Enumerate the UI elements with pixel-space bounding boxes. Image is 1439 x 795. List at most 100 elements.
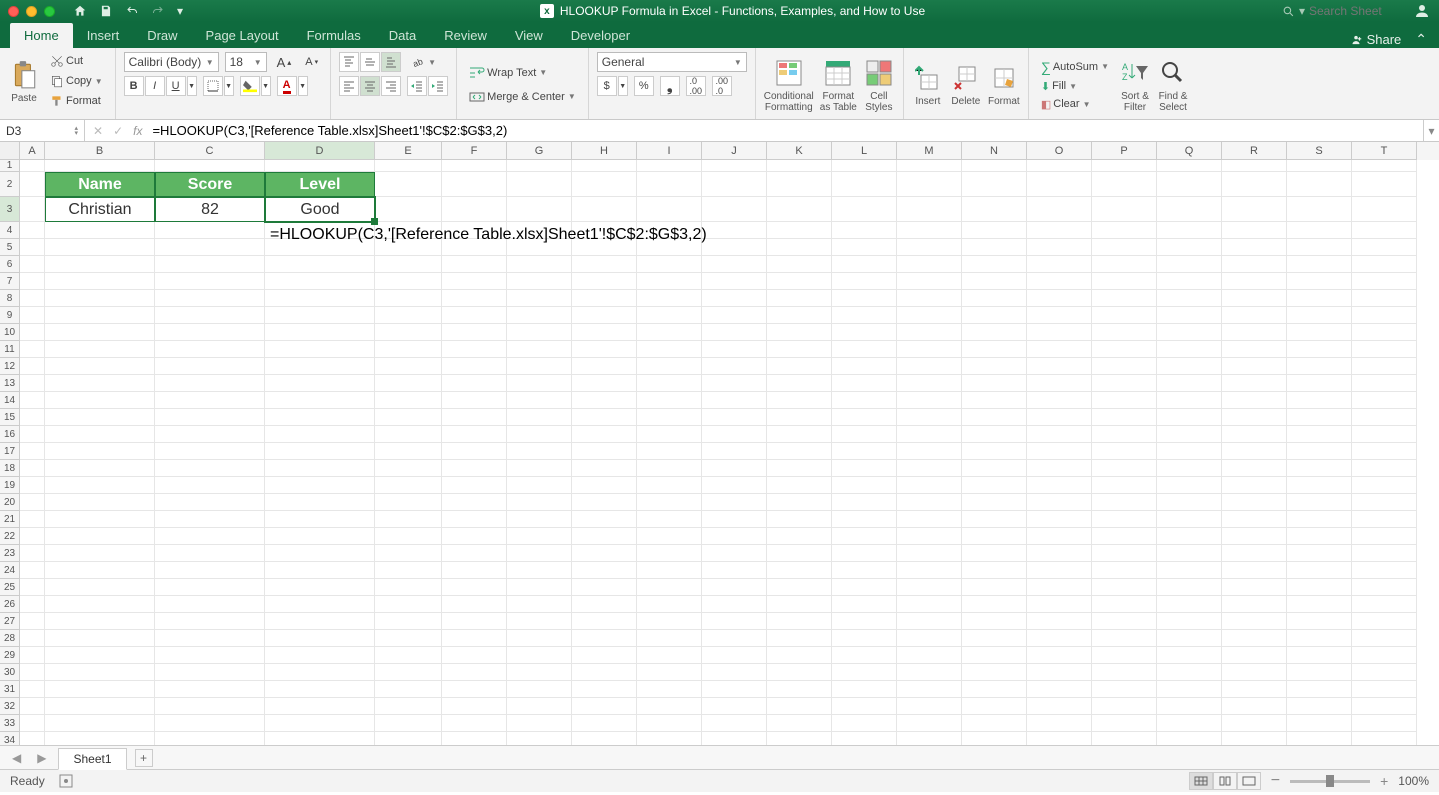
decrease-font-button[interactable]: A▾ <box>301 54 322 70</box>
cell[interactable] <box>20 273 45 290</box>
wrap-text-button[interactable]: Wrap Text▼ <box>465 64 580 82</box>
cell[interactable] <box>265 375 375 392</box>
cell[interactable] <box>767 579 832 596</box>
cell[interactable] <box>962 613 1027 630</box>
clear-button[interactable]: ◧Clear▼ <box>1037 96 1113 113</box>
cell[interactable] <box>375 613 442 630</box>
cell[interactable] <box>442 715 507 732</box>
cell[interactable] <box>832 460 897 477</box>
cell[interactable] <box>20 426 45 443</box>
cell[interactable] <box>155 596 265 613</box>
cell[interactable] <box>1027 324 1092 341</box>
cell[interactable] <box>20 664 45 681</box>
cell[interactable] <box>265 698 375 715</box>
cell[interactable] <box>1027 409 1092 426</box>
row-header[interactable]: 8 <box>0 290 20 307</box>
cell[interactable] <box>155 511 265 528</box>
cell[interactable] <box>702 324 767 341</box>
enter-formula-icon[interactable]: ✓ <box>113 124 123 138</box>
cell[interactable] <box>1027 613 1092 630</box>
cell[interactable] <box>702 290 767 307</box>
cell[interactable] <box>20 732 45 746</box>
cell[interactable] <box>702 681 767 698</box>
cell[interactable] <box>155 698 265 715</box>
cell[interactable] <box>962 732 1027 746</box>
cell[interactable] <box>702 197 767 222</box>
cell[interactable] <box>265 613 375 630</box>
cell[interactable] <box>1352 511 1417 528</box>
cell[interactable] <box>442 596 507 613</box>
cell[interactable] <box>20 630 45 647</box>
cell[interactable] <box>20 528 45 545</box>
cell[interactable] <box>572 426 637 443</box>
cell[interactable] <box>375 324 442 341</box>
cell[interactable] <box>265 511 375 528</box>
cell[interactable] <box>832 698 897 715</box>
cell[interactable] <box>442 698 507 715</box>
cell[interactable] <box>767 528 832 545</box>
cell[interactable] <box>1222 160 1287 172</box>
cell[interactable] <box>1352 664 1417 681</box>
row-header[interactable]: 16 <box>0 426 20 443</box>
cell[interactable] <box>962 630 1027 647</box>
cell[interactable] <box>832 562 897 579</box>
cell[interactable] <box>265 426 375 443</box>
cell[interactable] <box>507 698 572 715</box>
cell[interactable] <box>45 426 155 443</box>
cell[interactable] <box>20 290 45 307</box>
cell[interactable] <box>897 630 962 647</box>
cell[interactable] <box>702 715 767 732</box>
cell[interactable] <box>442 579 507 596</box>
cell[interactable] <box>572 290 637 307</box>
cell[interactable] <box>1157 698 1222 715</box>
cell[interactable] <box>1287 664 1352 681</box>
cell[interactable] <box>962 647 1027 664</box>
cell[interactable] <box>962 426 1027 443</box>
cell[interactable] <box>897 409 962 426</box>
cell[interactable] <box>1352 239 1417 256</box>
cell[interactable] <box>1157 528 1222 545</box>
cell[interactable] <box>375 477 442 494</box>
cell[interactable] <box>1287 562 1352 579</box>
cell[interactable] <box>20 562 45 579</box>
cell[interactable] <box>1157 307 1222 324</box>
cell[interactable] <box>637 494 702 511</box>
cell[interactable] <box>45 160 155 172</box>
cell[interactable] <box>442 290 507 307</box>
cell[interactable] <box>45 630 155 647</box>
cell[interactable] <box>442 681 507 698</box>
cell[interactable] <box>702 307 767 324</box>
cut-button[interactable]: Cut <box>46 52 107 70</box>
cell[interactable] <box>637 630 702 647</box>
cell[interactable] <box>637 545 702 562</box>
cell[interactable] <box>702 409 767 426</box>
row-header[interactable]: 7 <box>0 273 20 290</box>
cell[interactable] <box>767 613 832 630</box>
format-as-table-button[interactable]: Format as Table <box>820 57 857 113</box>
cell[interactable] <box>962 307 1027 324</box>
cell[interactable] <box>832 579 897 596</box>
col-header[interactable]: H <box>572 142 637 160</box>
cell[interactable] <box>702 562 767 579</box>
col-header[interactable]: R <box>1222 142 1287 160</box>
italic-button[interactable]: I <box>145 76 165 96</box>
cell[interactable] <box>1287 579 1352 596</box>
row-header[interactable]: 34 <box>0 732 20 746</box>
undo-icon[interactable] <box>125 5 139 17</box>
cell[interactable] <box>572 197 637 222</box>
cell[interactable] <box>1027 222 1092 239</box>
cell[interactable] <box>637 681 702 698</box>
cell[interactable] <box>767 172 832 197</box>
cell[interactable] <box>1027 239 1092 256</box>
row-header[interactable]: 32 <box>0 698 20 715</box>
cell[interactable] <box>1222 528 1287 545</box>
col-header[interactable]: T <box>1352 142 1417 160</box>
zoom-level[interactable]: 100% <box>1398 774 1429 788</box>
cell[interactable] <box>20 681 45 698</box>
cell[interactable] <box>507 172 572 197</box>
cell[interactable] <box>442 273 507 290</box>
view-page-break-button[interactable] <box>1237 772 1261 790</box>
cell[interactable] <box>1352 324 1417 341</box>
cell[interactable] <box>1352 732 1417 746</box>
format-cells-button[interactable]: Format <box>988 62 1020 107</box>
